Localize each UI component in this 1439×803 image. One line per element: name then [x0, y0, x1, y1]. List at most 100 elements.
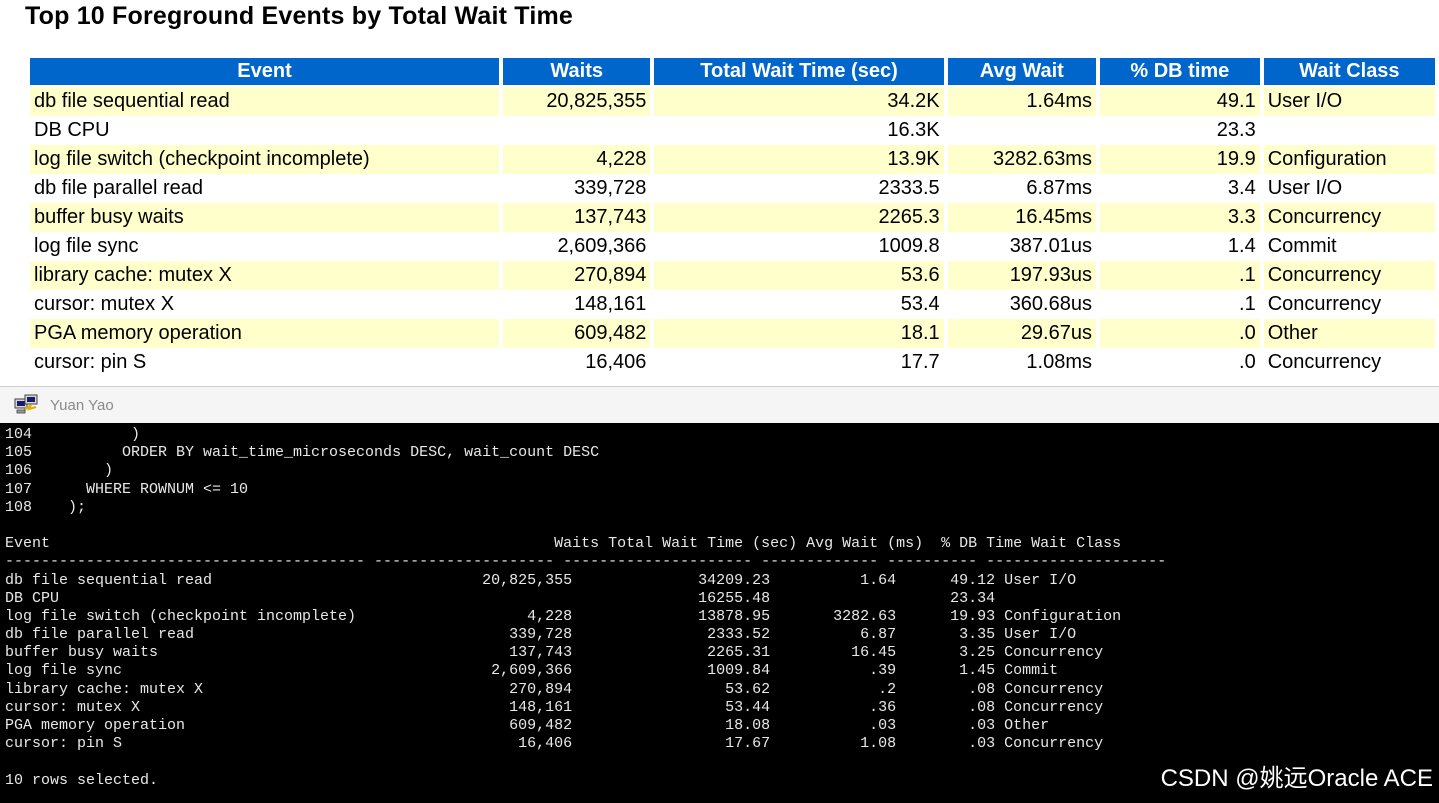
- terminal-line: log file switch (checkpoint incomplete) …: [5, 607, 1122, 625]
- cell-waits: 609,482: [503, 319, 651, 348]
- cell-waits: 2,609,366: [557, 235, 647, 257]
- terminal-line: cursor: pin S 16,406 17.67 1.08 .03 Conc…: [5, 735, 1104, 753]
- cell-wait-class: Concurrency: [1263, 203, 1435, 232]
- table-row: cursor: mutex X 148,161 53.4 360.68us .1 Conc…: [30, 290, 1435, 319]
- table-row: library cache: mutex X 270,894 53.6 197.93u…: [30, 261, 1435, 290]
- cell-total-wait-time: 18.1: [654, 319, 944, 348]
- cell-event: library cache: mutex X: [30, 261, 499, 290]
- cell-waits: 4,228: [503, 145, 651, 174]
- cell-event: PGA memory operation: [30, 319, 499, 348]
- terminal-line: buffer busy waits 137,743 2265.31 16.45 …: [5, 644, 1104, 662]
- column-header-event: Event: [30, 58, 499, 87]
- cell-waits: 20,825,355: [503, 87, 651, 116]
- top-wait-events-table: Event Waits Total Wait Time (sec) Avg Wa…: [26, 58, 1439, 377]
- cell-wait-class: Configuration: [1263, 145, 1435, 174]
- terminal-line: ----------------------------------------…: [5, 553, 1167, 571]
- cell-event: db file parallel read: [34, 177, 203, 199]
- cell-db-time-pct: .1: [1099, 261, 1260, 290]
- cell-avg-wait: [948, 116, 1096, 145]
- awr-report-section: Top 10 Foreground Events by Total Wait T…: [0, 0, 1439, 386]
- terminal-line: db file sequential read 20,825,355 34209…: [5, 571, 1077, 589]
- terminal-line: 104 ): [5, 426, 141, 443]
- cell-wait-class: Concurrency: [1267, 293, 1382, 315]
- cell-event: cursor: mutex X: [34, 293, 175, 315]
- terminal-line: PGA memory operation 609,482 18.08 .03 .…: [5, 717, 1050, 734]
- cell-total-wait-time: 1009.8: [878, 235, 940, 257]
- table-body: db file sequential read 20,825,355 34.2K 1.…: [30, 87, 1435, 377]
- column-header-avg-wait: Avg Wait: [947, 58, 1096, 87]
- cell-avg-wait: 1.08ms: [1026, 351, 1092, 373]
- terminal-line: 106 ): [5, 462, 114, 480]
- terminal-line: 10 rows selected.: [5, 771, 159, 789]
- cell-avg-wait: 197.93us: [947, 261, 1096, 290]
- cell-wait-class: Concurrency: [1263, 261, 1435, 290]
- cell-db-time-pct: .0: [1239, 351, 1256, 373]
- cell-wait-class: Other: [1263, 319, 1435, 348]
- cell-db-time-pct: 1.4: [1227, 235, 1256, 257]
- cell-avg-wait: 360.68us: [1009, 293, 1092, 315]
- column-header-wait-class: Wait Class: [1263, 58, 1435, 87]
- cell-db-time-pct: .0: [1099, 319, 1260, 348]
- column-header-db-time-pct: % DB time: [1099, 58, 1260, 87]
- watermark-text: CSDN @姚远Oracle ACE: [1160, 765, 1433, 792]
- cell-waits: 339,728: [574, 177, 647, 199]
- column-header-waits: Waits: [503, 58, 651, 87]
- cell-event: log file sync: [34, 235, 139, 257]
- cell-total-wait-time: 34.2K: [654, 87, 944, 116]
- table-row: log file sync 2,609,366 1009.8 387.01us 1.4 C…: [30, 232, 1435, 261]
- terminal-title-bar[interactable]: Yuan Yao: [0, 386, 1439, 424]
- terminal-line: db file parallel read 339,728 2333.52 6.…: [5, 626, 1077, 644]
- terminal-line: DB CPU 16255.48 23.34: [5, 589, 996, 607]
- cell-wait-class: Commit: [1267, 235, 1337, 257]
- terminal-line: log file sync 2,609,366 1009.84 .39 1.45…: [5, 662, 1059, 680]
- cell-db-time-pct: .1: [1239, 293, 1256, 315]
- cell-event: cursor: pin S: [34, 351, 147, 373]
- cell-event: log file switch (checkpoint incomplete): [30, 145, 499, 174]
- report-title: Top 10 Foreground Events by Total Wait T…: [25, 2, 574, 30]
- terminal-output-area[interactable]: 104 ) 105 ORDER BY wait_time_microseconds…: [0, 423, 1439, 803]
- cell-db-time-pct: 19.9: [1099, 145, 1260, 174]
- putty-terminal-icon: [14, 394, 40, 416]
- cell-waits: [503, 116, 650, 145]
- cell-db-time-pct: 49.1: [1099, 87, 1260, 116]
- column-header-total-wait-time: Total Wait Time (sec): [654, 58, 944, 87]
- cell-wait-class: Concurrency: [1267, 351, 1382, 373]
- cell-avg-wait: 6.87ms: [1026, 177, 1092, 199]
- table-row: buffer busy waits 137,743 2265.3 16.45ms 3.3…: [30, 203, 1435, 232]
- cell-wait-class: User I/O: [1263, 87, 1435, 116]
- cell-wait-class: [1264, 116, 1435, 145]
- cell-total-wait-time: 17.7: [900, 351, 940, 373]
- terminal-line: cursor: mutex X 148,161 53.44 .36 .08 Co…: [5, 698, 1104, 716]
- cell-total-wait-time: 2265.3: [654, 203, 944, 232]
- table-row: PGA memory operation 609,482 18.1 29.67us .0…: [30, 319, 1435, 348]
- cell-total-wait-time: 13.9K: [654, 145, 944, 174]
- table-header-row: Event Waits Total Wait Time (sec) Avg Wa…: [30, 58, 1435, 87]
- table-row: DB CPU 16.3K 23.3: [30, 116, 1435, 145]
- cell-event: db file sequential read: [30, 87, 499, 116]
- terminal-line: 105 ORDER BY wait_time_microseconds DESC…: [5, 444, 600, 462]
- cell-waits: 270,894: [503, 261, 651, 290]
- cell-waits: 16,406: [585, 351, 647, 373]
- terminal-window-title: Yuan Yao: [50, 397, 114, 414]
- table-row: log file switch (checkpoint incomplete) 4…: [30, 145, 1435, 174]
- cell-db-time-pct: 3.3: [1099, 203, 1260, 232]
- cell-avg-wait: 16.45ms: [947, 203, 1096, 232]
- terminal-line: 107 WHERE ROWNUM <= 10: [5, 480, 249, 498]
- cell-total-wait-time: 16.3K: [887, 119, 940, 141]
- cell-total-wait-time: 2333.5: [878, 177, 940, 199]
- cell-event: DB CPU: [34, 119, 110, 141]
- cell-db-time-pct: 23.3: [1216, 119, 1256, 141]
- cell-avg-wait: 387.01us: [1009, 235, 1092, 257]
- cell-waits: 137,743: [503, 203, 651, 232]
- cell-db-time-pct: 3.4: [1227, 177, 1256, 199]
- terminal-lines: 104 ) 105 ORDER BY wait_time_microseconds…: [5, 426, 1166, 790]
- cell-waits: 148,161: [574, 293, 647, 315]
- cell-event: buffer busy waits: [30, 203, 499, 232]
- cell-avg-wait: 1.64ms: [947, 87, 1096, 116]
- terminal-line: Event Waits Total Wait Time (sec) Avg Wa…: [5, 535, 1122, 553]
- cell-total-wait-time: 53.6: [654, 261, 944, 290]
- terminal-line: library cache: mutex X 270,894 53.62 .2 …: [5, 680, 1104, 698]
- table-row: cursor: pin S 16,406 17.7 1.08ms .0 Concurren…: [30, 348, 1435, 377]
